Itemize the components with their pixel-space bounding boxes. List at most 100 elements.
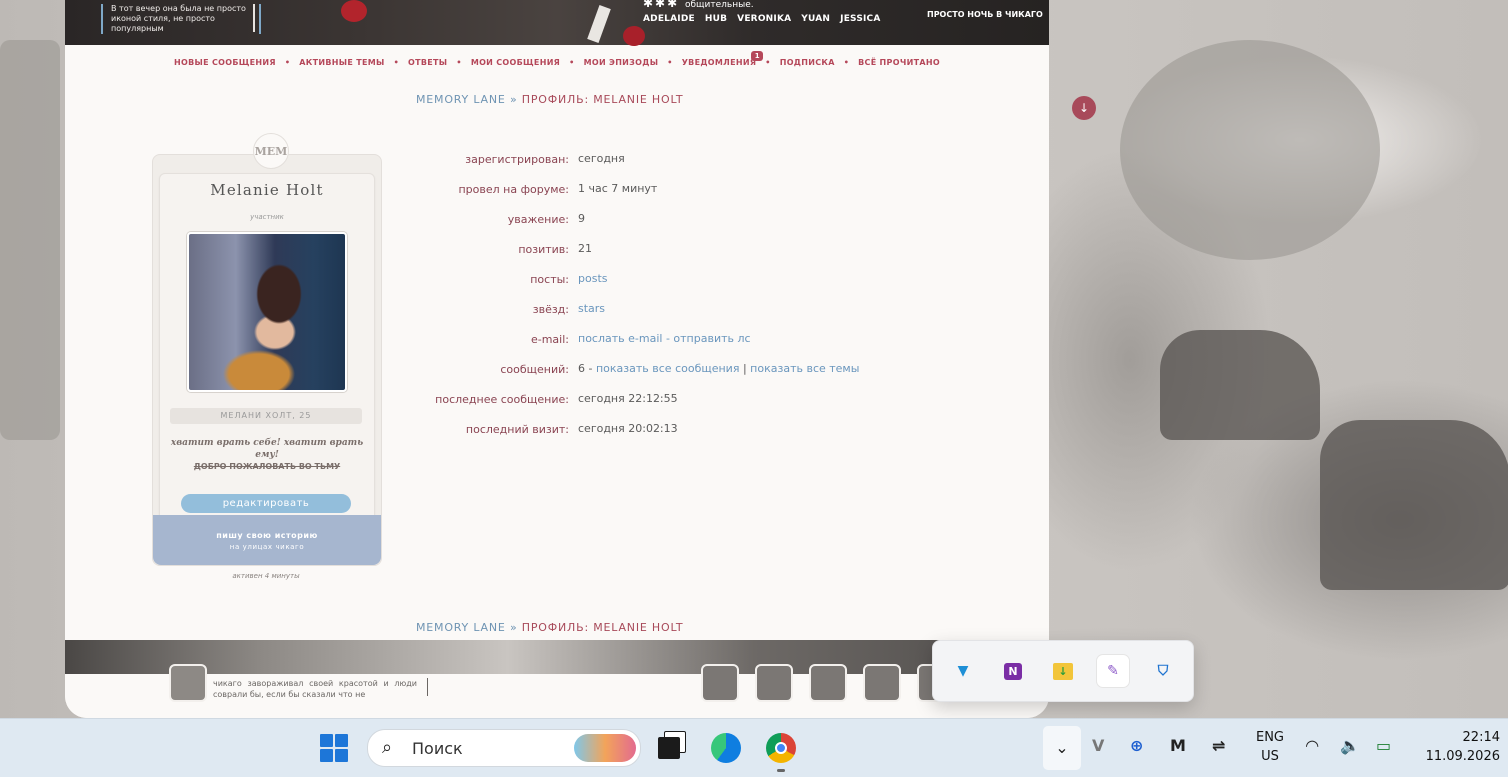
defender-warning-icon[interactable]: ⛉ bbox=[1147, 655, 1179, 687]
vpn-tray-icon[interactable]: V bbox=[1092, 736, 1104, 755]
breadcrumb-separator: » bbox=[509, 93, 518, 106]
stars-link[interactable]: stars bbox=[578, 302, 605, 315]
info-label: сообщений: bbox=[500, 363, 569, 376]
nav-new-messages[interactable]: НОВЫЕ СООБЩЕНИЯ bbox=[165, 58, 285, 67]
profile-fullname: МЕЛАНИ ХОЛТ, 25 bbox=[170, 408, 362, 424]
wifi-icon[interactable]: ◠ bbox=[1306, 736, 1318, 755]
task-view-icon[interactable] bbox=[658, 737, 680, 759]
car-shape bbox=[1160, 330, 1320, 440]
send-email-link[interactable]: послать e-mail bbox=[578, 332, 662, 345]
chrome-browser-icon[interactable] bbox=[766, 733, 796, 763]
breadcrumb-home-link[interactable]: MEMORY LANE bbox=[416, 621, 506, 634]
notifications-badge: 1 bbox=[751, 51, 764, 61]
edit-profile-button[interactable]: редактировать bbox=[181, 494, 351, 513]
nav-label: УВЕДОМЛЕНИЯ bbox=[681, 58, 757, 67]
footer-thumbnail[interactable] bbox=[755, 664, 793, 702]
show-all-topics-link[interactable]: показать все темы bbox=[750, 362, 859, 375]
nav-label: МОИ ЭПИЗОДЫ bbox=[583, 58, 659, 67]
nav-label: ПОДПИСКА bbox=[779, 58, 835, 67]
banner-name-link[interactable]: HUB bbox=[705, 14, 727, 24]
footer-thumbnail[interactable] bbox=[863, 664, 901, 702]
apple-image bbox=[623, 26, 645, 46]
tray-overflow-popup: ▼ N ↓ ✎ ⛉ bbox=[932, 640, 1194, 702]
plus-circle-tray-icon[interactable]: ⊕ bbox=[1130, 736, 1143, 755]
input-language-indicator[interactable]: ENG US bbox=[1252, 728, 1288, 766]
info-label: позитив: bbox=[518, 243, 569, 256]
apple-image bbox=[341, 0, 367, 22]
info-value: 9 bbox=[578, 212, 585, 225]
messages-dash: - bbox=[588, 362, 593, 375]
nav-label: АКТИВНЫЕ ТЕМЫ bbox=[299, 58, 385, 67]
taskbar: ⌕ Поиск ⌄ V ⊕ M ⇌ ENG US ◠ 🔈 ▭ 22:14 11.… bbox=[0, 718, 1508, 777]
language-region: US bbox=[1261, 749, 1279, 764]
banner-name-link[interactable]: VERONIKA bbox=[737, 14, 791, 24]
banner-name-link[interactable]: YUAN bbox=[801, 14, 830, 24]
banner-name-link[interactable]: JESSICA bbox=[840, 14, 880, 24]
building-shape bbox=[0, 40, 60, 440]
breadcrumb-current: ПРОФИЛЬ: MELANIE HOLT bbox=[521, 93, 684, 106]
banner-name-link[interactable]: ADELAIDE bbox=[643, 14, 695, 24]
footer-thumbnail[interactable] bbox=[701, 664, 739, 702]
profile-footer-subline: на улицах чикаго bbox=[229, 543, 305, 551]
nav-my-episodes[interactable]: МОИ ЭПИЗОДЫ bbox=[575, 58, 668, 67]
info-value: 21 bbox=[578, 242, 592, 255]
banner-quote: В тот вечер она была не просто иконой ст… bbox=[101, 4, 261, 34]
banner-divider bbox=[253, 4, 255, 32]
profile-quote-line: хватит врать себе! хватит врать ему! bbox=[170, 438, 364, 460]
info-value: сегодня 20:02:13 bbox=[578, 422, 678, 435]
edge-browser-icon[interactable] bbox=[711, 733, 741, 763]
info-label: зарегистрирован: bbox=[465, 153, 569, 166]
system-clock[interactable]: 22:14 11.09.2026 bbox=[1418, 728, 1500, 766]
banner-partial-text: общительные. bbox=[684, 0, 754, 10]
info-value: 1 час 7 минут bbox=[578, 182, 658, 195]
nav-label: ВСЁ ПРОЧИТАНО bbox=[858, 58, 940, 67]
nav-label: НОВЫЕ СООБЩЕНИЯ bbox=[174, 58, 276, 67]
nav-subscription[interactable]: ПОДПИСКА bbox=[771, 58, 844, 67]
battery-charging-icon[interactable]: ▭ bbox=[1376, 736, 1391, 755]
language-code: ENG bbox=[1255, 730, 1284, 745]
volume-icon[interactable]: 🔈 bbox=[1340, 736, 1360, 755]
breadcrumb-separator: » bbox=[509, 621, 518, 634]
car-shape bbox=[1320, 420, 1508, 590]
search-icon: ⌕ bbox=[382, 737, 393, 758]
posts-link[interactable]: posts bbox=[578, 272, 608, 285]
taskbar-search[interactable]: ⌕ Поиск bbox=[367, 729, 641, 767]
profile-name[interactable]: Melanie Holt bbox=[153, 181, 381, 199]
nav-replies[interactable]: ОТВЕТЫ bbox=[399, 58, 456, 67]
info-label: провел на форуме: bbox=[458, 183, 569, 196]
app-tray-icon[interactable]: M bbox=[1170, 736, 1186, 755]
profile-card-footer: пишу свою историю на улицах чикаго bbox=[153, 515, 381, 565]
avatar bbox=[187, 232, 347, 392]
nav-notifications[interactable]: УВЕДОМЛЕНИЯ 1 bbox=[673, 51, 766, 67]
footer-thumbnail[interactable] bbox=[809, 664, 847, 702]
breadcrumb-home-link[interactable]: MEMORY LANE bbox=[416, 93, 506, 106]
banner-partial-line: ✱✱✱ общительные. bbox=[643, 0, 754, 10]
info-value: сегодня bbox=[578, 152, 625, 165]
info-label: посты: bbox=[530, 273, 569, 286]
footer-avatar[interactable] bbox=[169, 664, 207, 702]
nav-mark-all-read[interactable]: ВСЁ ПРОЧИТАНО bbox=[849, 58, 949, 67]
show-hidden-icons-chevron-icon[interactable]: ⌄ bbox=[1043, 726, 1081, 770]
info-label: последнее сообщение: bbox=[435, 393, 569, 406]
onenote-icon[interactable]: N bbox=[997, 655, 1029, 687]
nav-my-messages[interactable]: МОИ СООБЩЕНИЯ bbox=[462, 58, 569, 67]
search-highlight-image bbox=[574, 734, 636, 762]
bottom-banner bbox=[65, 640, 1049, 674]
banner-names: ADELAIDE HUB VERONIKA YUAN JESSICA bbox=[643, 14, 881, 24]
settings-sliders-icon[interactable]: ⇌ bbox=[1212, 736, 1225, 755]
forum-page: В тот вечер она была не просто иконой ст… bbox=[65, 0, 1049, 718]
arrow-down-icon[interactable]: ↓ bbox=[1072, 96, 1096, 120]
feather-icon[interactable]: ✎ bbox=[1097, 655, 1129, 687]
folder-download-icon[interactable]: ↓ bbox=[1047, 655, 1079, 687]
profile-footer-line: пишу свою историю bbox=[216, 531, 318, 540]
messages-links: 6 - показать все сообщения | показать вс… bbox=[578, 362, 859, 375]
send-pm-link[interactable]: отправить лс bbox=[673, 332, 750, 345]
info-label: последний визит: bbox=[465, 423, 569, 436]
nav-active-topics[interactable]: АКТИВНЫЕ ТЕМЫ bbox=[290, 58, 393, 67]
banner-tagline: ПРОСТО НОЧЬ В ЧИКАГО bbox=[927, 10, 1043, 19]
windows-start-icon[interactable] bbox=[320, 734, 348, 762]
breadcrumb: MEMORY LANE » ПРОФИЛЬ: MELANIE HOLT bbox=[416, 93, 683, 106]
shield-v-icon[interactable]: ▼ bbox=[947, 655, 979, 687]
tree-shape bbox=[1120, 40, 1380, 260]
show-all-posts-link[interactable]: показать все сообщения bbox=[596, 362, 739, 375]
